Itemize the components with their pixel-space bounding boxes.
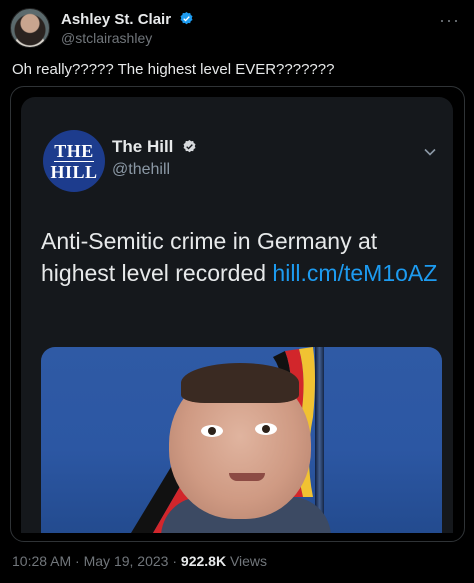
chevron-down-icon — [424, 148, 436, 156]
quoted-author-name-row: The Hill — [112, 137, 197, 157]
meta-separator: · — [71, 553, 84, 569]
views-count: 922.8K — [180, 553, 227, 569]
more-icon[interactable]: ··· — [439, 10, 460, 31]
quoted-tweet-screenshot: THE HILL The Hill @thehill Anti-Semitic … — [21, 97, 453, 533]
avatar[interactable] — [10, 8, 50, 48]
person-eye-left — [201, 425, 223, 437]
person-hair — [181, 363, 299, 403]
tweet-time[interactable]: 10:28 AM — [12, 553, 71, 569]
the-hill-logo: THE HILL — [43, 130, 105, 192]
author-name[interactable]: Ashley St. Clair — [61, 11, 171, 28]
quoted-media-image — [41, 347, 442, 533]
quoted-verified-badge-icon — [183, 139, 196, 153]
logo-line-2: HILL — [50, 161, 98, 182]
quoted-author-handle: @thehill — [112, 161, 171, 178]
tweet-date[interactable]: May 19, 2023 — [84, 553, 169, 569]
logo-line-1: THE — [54, 140, 94, 161]
verified-badge-icon — [180, 11, 193, 25]
quoted-tweet-card[interactable]: THE HILL The Hill @thehill Anti-Semitic … — [10, 86, 465, 542]
author-name-row[interactable]: Ashley St. Clair — [61, 11, 194, 28]
tweet-meta: 10:28 AM · May 19, 2023 · 922.8K Views — [12, 553, 267, 569]
tweet-header: Ashley St. Clair @stclairashley ··· — [10, 8, 464, 50]
quoted-link: hill.cm/teM1oAZ — [272, 260, 438, 286]
views-label: Views — [226, 553, 268, 569]
meta-separator: · — [168, 553, 181, 569]
quoted-text: Anti-Semitic crime in Germany at highest… — [41, 225, 441, 289]
person-mouth — [229, 473, 265, 481]
author-handle[interactable]: @stclairashley — [61, 30, 152, 46]
quoted-author-name: The Hill — [112, 137, 174, 156]
person-eye-right — [255, 423, 277, 435]
tweet-text: Oh really????? The highest level EVER???… — [12, 61, 335, 78]
